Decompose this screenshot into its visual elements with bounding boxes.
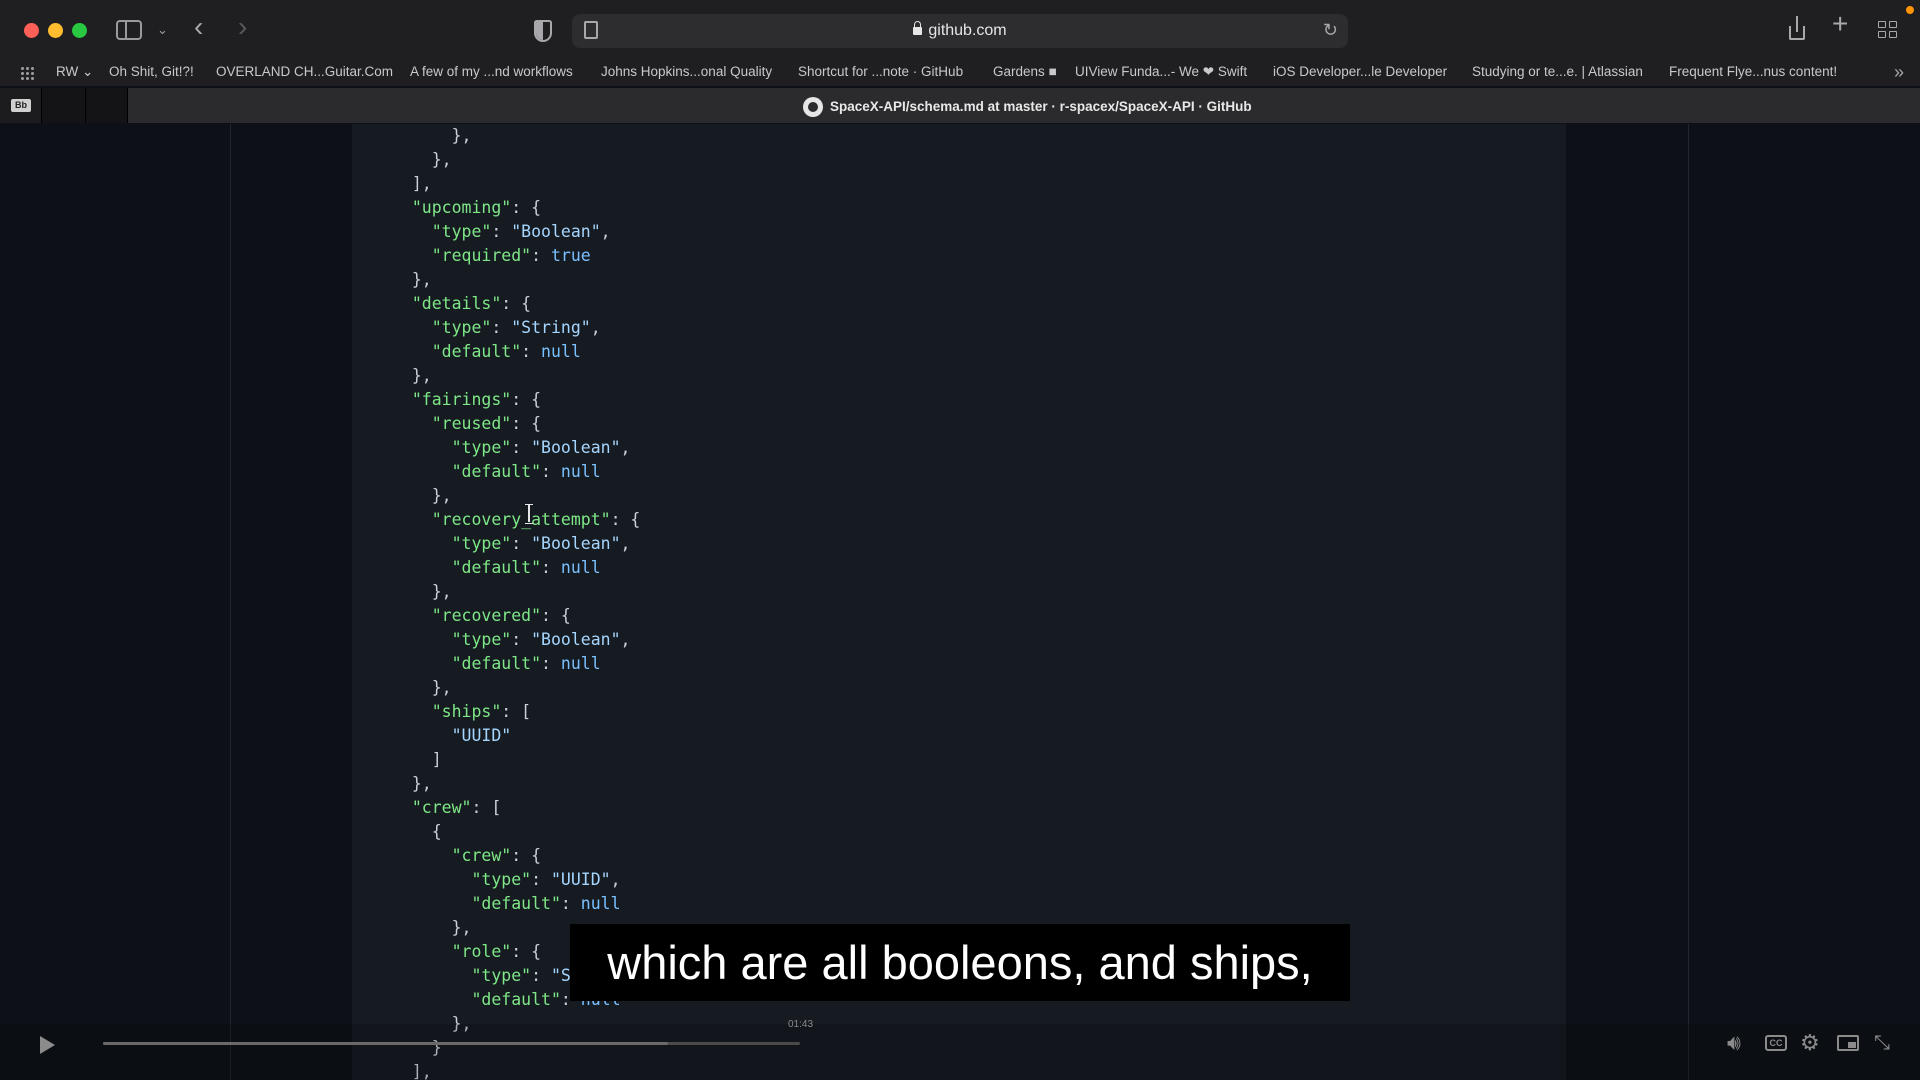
code-line: "default": null <box>451 462 601 481</box>
code-line: "type": "Boolean", <box>431 222 611 241</box>
progress-fill <box>103 1042 668 1045</box>
privacy-shield-icon[interactable] <box>534 20 552 42</box>
bookmark-item[interactable]: RW ⌄ <box>56 64 93 80</box>
bookmark-item[interactable]: Johns Hopkins...onal Quality <box>601 64 772 79</box>
code-line: "default": null <box>471 894 621 913</box>
time-tooltip: 01:43 <box>788 1019 814 1030</box>
bookmarks-overflow-icon[interactable]: » <box>1894 62 1904 83</box>
lock-icon <box>913 21 923 35</box>
bookmark-item[interactable]: UIView Funda...- We ❤ Swift <box>1075 64 1247 80</box>
forward-icon[interactable]: › <box>238 13 247 41</box>
code-line: "type": "String", <box>431 318 601 337</box>
github-icon <box>803 97 823 117</box>
picture-in-picture-icon[interactable] <box>1837 1035 1859 1051</box>
recording-indicator <box>1906 6 1914 14</box>
pinned-tab[interactable] <box>42 88 86 123</box>
bookmark-item[interactable]: Frequent Flye...nus content! <box>1669 64 1837 79</box>
code-line: "type": "Boolean", <box>451 534 631 553</box>
code-line: "recovered": { <box>431 606 571 625</box>
reload-icon[interactable]: ↻ <box>1323 20 1338 41</box>
code-line: }, <box>392 270 432 289</box>
code-line: "crew": { <box>451 846 542 865</box>
code-line: ] <box>392 750 442 769</box>
layout-divider <box>1688 124 1689 1080</box>
pinned-tab[interactable] <box>86 88 128 123</box>
video-controls <box>0 1024 1920 1080</box>
bookmark-item[interactable]: OVERLAND CH...Guitar.Com <box>216 64 393 79</box>
code-line: "recovery_attempt": { <box>431 510 641 529</box>
pinned-tab-icon: Bb <box>11 99 31 112</box>
url-display[interactable]: github.com <box>572 21 1348 40</box>
code-line: }, <box>392 366 432 385</box>
back-icon[interactable]: ‹ <box>194 13 203 41</box>
layout-divider <box>230 124 231 1080</box>
new-tab-icon[interactable]: + <box>1832 10 1848 38</box>
code-line: }, <box>392 678 452 697</box>
code-line: { <box>392 822 442 841</box>
code-line: "crew": [ <box>411 798 502 817</box>
minimize-window-button[interactable] <box>48 23 63 38</box>
chevron-down-icon[interactable]: ⌄ <box>157 20 168 40</box>
bookmark-item[interactable]: A few of my ...nd workflows <box>410 64 573 79</box>
bookmark-item[interactable]: Studying or te...e. | Atlassian <box>1472 64 1643 79</box>
captions-icon[interactable]: CC <box>1765 1035 1787 1051</box>
code-line: "type": "Boolean", <box>451 438 631 457</box>
close-window-button[interactable] <box>24 23 39 38</box>
code-line: "UUID" <box>451 726 512 745</box>
share-icon[interactable] <box>1787 16 1807 42</box>
exit-fullscreen-icon[interactable]: ⤡ <box>1874 1031 1890 1055</box>
code-line: "required": true <box>431 246 591 265</box>
code-line: "type": "Boolean", <box>451 630 631 649</box>
play-icon[interactable] <box>40 1036 55 1054</box>
code-line: "ships": [ <box>431 702 532 721</box>
code-line: "default": null <box>451 558 601 577</box>
code-line: ], <box>392 174 432 193</box>
code-line: "details": { <box>411 294 532 313</box>
volume-icon[interactable]: 🔊︎ <box>1727 1031 1741 1055</box>
code-line: }, <box>392 774 432 793</box>
tab-overview-icon[interactable] <box>1878 21 1898 39</box>
address-bar[interactable]: github.com ↻ <box>572 14 1348 48</box>
code-line: "reused": { <box>431 414 542 433</box>
code-line: }, <box>392 126 472 145</box>
apps-grid-icon[interactable] <box>20 66 34 80</box>
code-line: "upcoming": { <box>411 198 542 217</box>
code-line: "type": "UUID", <box>471 870 621 889</box>
text-cursor-icon <box>525 504 533 524</box>
progress-bar[interactable] <box>103 1042 800 1045</box>
url-text: github.com <box>928 22 1007 39</box>
code-line: }, <box>392 582 452 601</box>
bookmark-item[interactable]: Oh Shit, Git!?! <box>109 64 194 79</box>
tab-title: SpaceX-API/schema.md at master · r-space… <box>830 99 1252 114</box>
settings-icon[interactable]: ⚙ <box>1800 1031 1820 1055</box>
bookmark-item[interactable]: Shortcut for ...note · GitHub <box>798 64 963 79</box>
code-line: "default": null <box>431 342 581 361</box>
code-line: "default": null <box>451 654 601 673</box>
sidebar-icon[interactable] <box>116 20 142 40</box>
bookmark-item[interactable]: Gardens ■ <box>993 64 1057 79</box>
zoom-window-button[interactable] <box>72 23 87 38</box>
video-caption: which are all booleons, and ships, <box>570 924 1350 1001</box>
bookmark-item[interactable]: iOS Developer...le Developer <box>1273 64 1447 79</box>
code-line: "fairings": { <box>411 390 542 409</box>
code-line: }, <box>392 486 452 505</box>
code-line: }, <box>392 150 452 169</box>
